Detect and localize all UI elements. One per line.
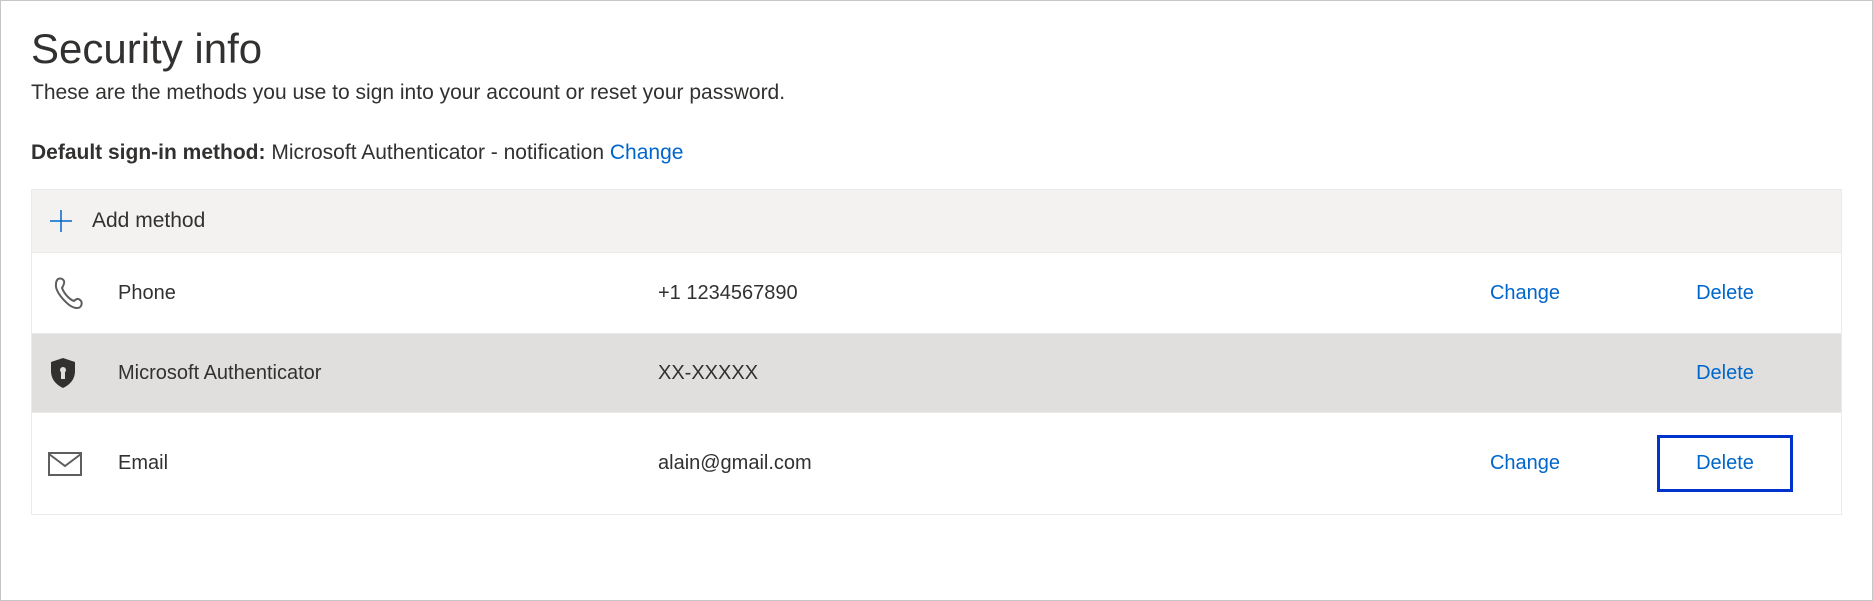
page-title: Security info <box>31 25 1842 73</box>
default-method-label: Default sign-in method: <box>31 141 266 164</box>
email-icon <box>48 452 118 476</box>
method-value: alain@gmail.com <box>658 452 1425 475</box>
add-method-button[interactable]: Add method <box>32 190 1841 253</box>
delete-authenticator-link[interactable]: Delete <box>1696 362 1754 385</box>
method-name: Microsoft Authenticator <box>118 362 658 385</box>
method-row-email: Email alain@gmail.com Change Delete <box>32 413 1841 515</box>
page-subtitle: These are the methods you use to sign in… <box>31 81 1842 105</box>
method-value: XX-XXXXX <box>658 362 1425 385</box>
change-default-method-link[interactable]: Change <box>610 141 684 164</box>
change-phone-link[interactable]: Change <box>1490 282 1560 305</box>
phone-icon <box>48 275 118 311</box>
method-name: Email <box>118 452 658 475</box>
method-row-authenticator: Microsoft Authenticator XX-XXXXX Delete <box>32 334 1841 413</box>
methods-table: Add method Phone +1 1234567890 Change De… <box>31 189 1842 515</box>
method-name: Phone <box>118 282 658 305</box>
default-method-row: Default sign-in method: Microsoft Authen… <box>31 141 1842 165</box>
authenticator-icon <box>48 356 118 390</box>
default-method-value: Microsoft Authenticator - notification <box>271 141 604 164</box>
plus-icon <box>48 208 74 234</box>
delete-phone-link[interactable]: Delete <box>1696 282 1754 305</box>
add-method-label: Add method <box>92 209 205 233</box>
method-value: +1 1234567890 <box>658 282 1425 305</box>
delete-email-link[interactable]: Delete <box>1657 435 1793 492</box>
method-row-phone: Phone +1 1234567890 Change Delete <box>32 253 1841 334</box>
change-email-link[interactable]: Change <box>1490 452 1560 475</box>
